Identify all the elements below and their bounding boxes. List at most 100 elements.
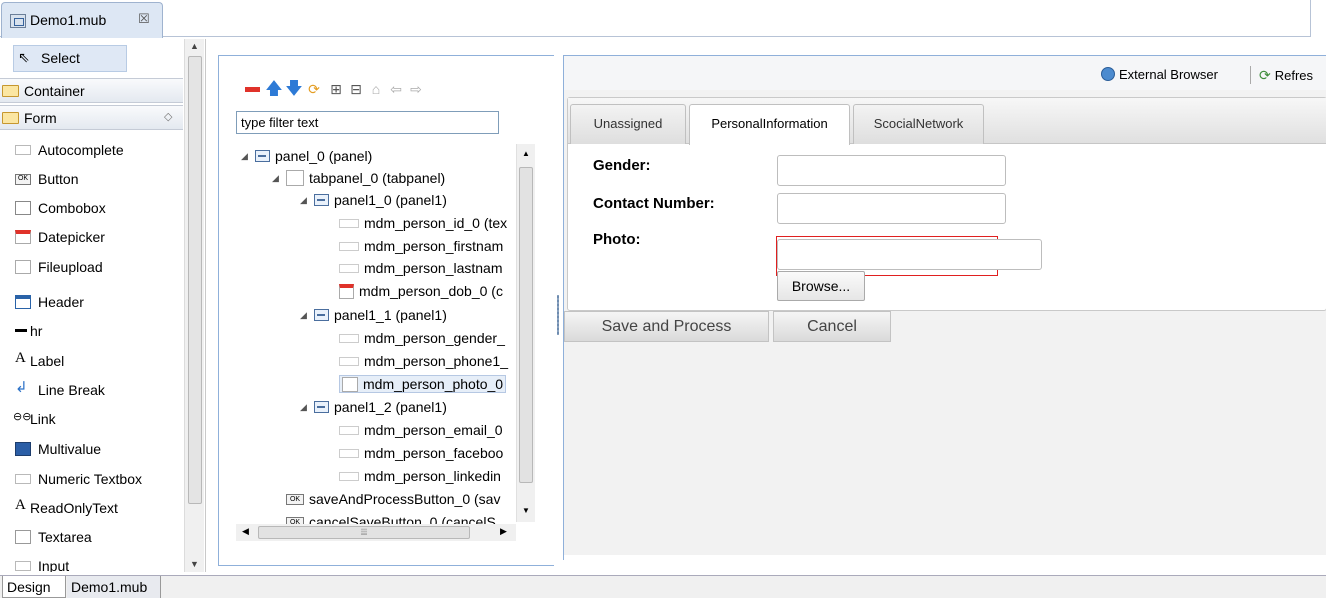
collapse-all-icon[interactable]: ⊟ — [347, 80, 365, 98]
tab-unassigned[interactable]: Unassigned — [570, 104, 686, 144]
palette-scrollbar[interactable]: ▲ ▼ — [184, 39, 204, 572]
move-down-arrow-icon[interactable]: 🡇 — [285, 80, 303, 98]
palette-item-combobox[interactable]: Combobox — [0, 195, 183, 222]
palette-item-textarea[interactable]: Textarea — [0, 524, 183, 551]
tree-node-label: mdm_person_firstnam — [364, 238, 504, 254]
tree-vscroll-thumb[interactable] — [519, 167, 533, 483]
tree-node-person-dob[interactable]: mdm_person_dob_0 (c — [339, 281, 503, 301]
tree-node-label: panel1_1 (panel1) — [334, 307, 447, 323]
palette-drawer-container[interactable]: Container — [0, 78, 183, 103]
textfield-icon — [15, 561, 31, 571]
refresh-button[interactable]: ⟳ Refres — [1259, 67, 1313, 84]
external-browser-button[interactable]: External Browser — [1101, 67, 1218, 82]
drawer-pin-icon[interactable]: ◇ — [164, 110, 172, 123]
palette-item-label[interactable]: A Label — [0, 348, 183, 375]
panel-icon — [314, 401, 329, 414]
tree-hscroll-thumb[interactable]: ⦙⦙⦙ — [258, 526, 470, 539]
tree-node-person-firstname[interactable]: mdm_person_firstnam — [339, 236, 503, 256]
palette: ⇖ Select Container Form ◇ Autocomplete O… — [0, 39, 206, 572]
palette-item-link[interactable]: ⊖⊖ Link — [0, 406, 183, 433]
palette-item-header[interactable]: Header — [0, 289, 183, 316]
chain-link-icon: ⊖⊖ — [13, 411, 32, 423]
tree-horizontal-scrollbar[interactable]: ◀ ⦙⦙⦙ ▶ — [236, 524, 516, 541]
tree-node-person-phone1[interactable]: mdm_person_phone1_ — [339, 351, 508, 371]
scroll-up-icon[interactable]: ▲ — [190, 41, 199, 51]
save-and-process-button[interactable]: Save and Process — [564, 311, 769, 342]
expand-twisty-icon[interactable]: ◢ — [241, 146, 248, 166]
tree-node-label: mdm_person_email_0 — [364, 422, 503, 438]
contact-number-input[interactable] — [777, 193, 1006, 224]
palette-item-label: Button — [38, 171, 79, 187]
tab-personal-information[interactable]: PersonalInformation — [689, 104, 850, 145]
palette-item-button[interactable]: OK Button — [0, 166, 183, 193]
palette-select-tool[interactable]: ⇖ Select — [13, 45, 127, 72]
ok-button-icon: OK — [15, 174, 31, 185]
scroll-up-icon[interactable]: ▲ — [522, 149, 530, 158]
back-arrow-icon[interactable]: ⇦ — [387, 80, 405, 98]
tree-node-person-email[interactable]: mdm_person_email_0 — [339, 420, 503, 440]
tree-node-person-lastname[interactable]: mdm_person_lastnam — [339, 258, 503, 278]
move-up-arrow-icon[interactable]: 🡅 — [265, 80, 283, 98]
palette-item-hr[interactable]: hr — [0, 318, 183, 345]
palette-item-readonlytext[interactable]: A ReadOnlyText — [0, 495, 183, 522]
palette-item-fileupload[interactable]: Fileupload — [0, 254, 183, 281]
close-tab-icon[interactable]: ☒ — [138, 11, 150, 27]
tab-design[interactable]: Design — [2, 576, 66, 598]
scroll-right-icon[interactable]: ▶ — [500, 526, 507, 537]
palette-item-label: Multivalue — [38, 441, 102, 457]
selected-node-highlight: mdm_person_photo_0 — [339, 375, 507, 393]
palette-item-numeric-textbox[interactable]: Numeric Textbox — [0, 466, 183, 493]
palette-item-datepicker[interactable]: Datepicker — [0, 224, 183, 251]
tab-social-network[interactable]: ScocialNetwork — [853, 104, 984, 144]
expand-twisty-icon[interactable]: ◢ — [272, 168, 279, 188]
tree-node-label: panel1_2 (panel1) — [334, 399, 447, 415]
gender-input[interactable] — [777, 155, 1006, 186]
tree-node-person-linkedin[interactable]: mdm_person_linkedin — [339, 466, 501, 486]
calendar-icon — [15, 230, 31, 244]
outline-filter-input[interactable] — [236, 111, 499, 134]
cancel-button[interactable]: Cancel — [773, 311, 891, 342]
mub-file-icon — [10, 14, 26, 28]
tree-node-panel-0[interactable]: ◢ panel_0 (panel) — [241, 146, 372, 166]
palette-item-line-break[interactable]: ↲ Line Break — [0, 377, 183, 404]
scroll-down-icon[interactable]: ▼ — [190, 559, 199, 569]
scroll-down-icon[interactable]: ▼ — [522, 506, 530, 515]
tree-node-tabpanel-0[interactable]: ◢ tabpanel_0 (tabpanel) — [272, 168, 445, 188]
remove-icon[interactable] — [243, 80, 261, 98]
tree-vertical-scrollbar[interactable]: ▲ ▼ — [516, 144, 535, 522]
home-icon[interactable]: ⌂ — [367, 80, 385, 98]
palette-item-autocomplete[interactable]: Autocomplete — [0, 137, 183, 164]
photo-file-input[interactable] — [777, 239, 1042, 270]
tree-node-person-id[interactable]: mdm_person_id_0 (tex — [339, 213, 507, 233]
forward-arrow-icon[interactable]: ⇨ — [407, 80, 425, 98]
palette-item-label: Numeric Textbox — [38, 471, 143, 487]
tree-node-save-button[interactable]: OK saveAndProcessButton_0 (sav — [286, 489, 500, 509]
expand-twisty-icon[interactable]: ◢ — [300, 397, 307, 417]
tree-node-person-gender[interactable]: mdm_person_gender_ — [339, 328, 505, 348]
tree-node-panel1-0[interactable]: ◢ panel1_0 (panel1) — [300, 190, 447, 210]
palette-item-label-text: Label — [30, 353, 65, 369]
tree-node-person-photo[interactable]: mdm_person_photo_0 — [339, 374, 507, 394]
tree-node-label: mdm_person_dob_0 (c — [359, 283, 503, 299]
refresh-label: Refres — [1274, 68, 1314, 83]
refresh-icon[interactable]: ⟳ — [305, 80, 323, 98]
letter-a-icon: A — [15, 497, 26, 513]
tree-node-panel1-1[interactable]: ◢ panel1_1 (panel1) — [300, 305, 447, 325]
tree-node-panel1-2[interactable]: ◢ panel1_2 (panel1) — [300, 397, 447, 417]
palette-item-multivalue[interactable]: Multivalue — [0, 436, 183, 463]
expand-twisty-icon[interactable]: ◢ — [300, 305, 307, 325]
browse-button[interactable]: Browse... — [777, 271, 865, 301]
expand-twisty-icon[interactable]: ◢ — [300, 190, 307, 210]
expand-all-icon[interactable]: ⊞ — [327, 80, 345, 98]
scroll-left-icon[interactable]: ◀ — [242, 526, 249, 537]
palette-item-input[interactable]: Input — [0, 553, 183, 572]
tab-source[interactable]: Demo1.mub — [67, 576, 161, 598]
tree-node-person-facebook[interactable]: mdm_person_faceboo — [339, 443, 503, 463]
editor-tab-demo1[interactable]: Demo1.mub ☒ — [1, 2, 163, 38]
palette-drawer-form[interactable]: Form ◇ — [0, 105, 183, 130]
drawer-container-label: Container — [24, 83, 85, 99]
rendered-page: Unassigned PersonalInformation ScocialNe… — [564, 90, 1326, 555]
calendar-icon — [339, 283, 354, 299]
palette-item-label: Autocomplete — [38, 142, 124, 158]
palette-scroll-thumb[interactable] — [188, 56, 202, 504]
